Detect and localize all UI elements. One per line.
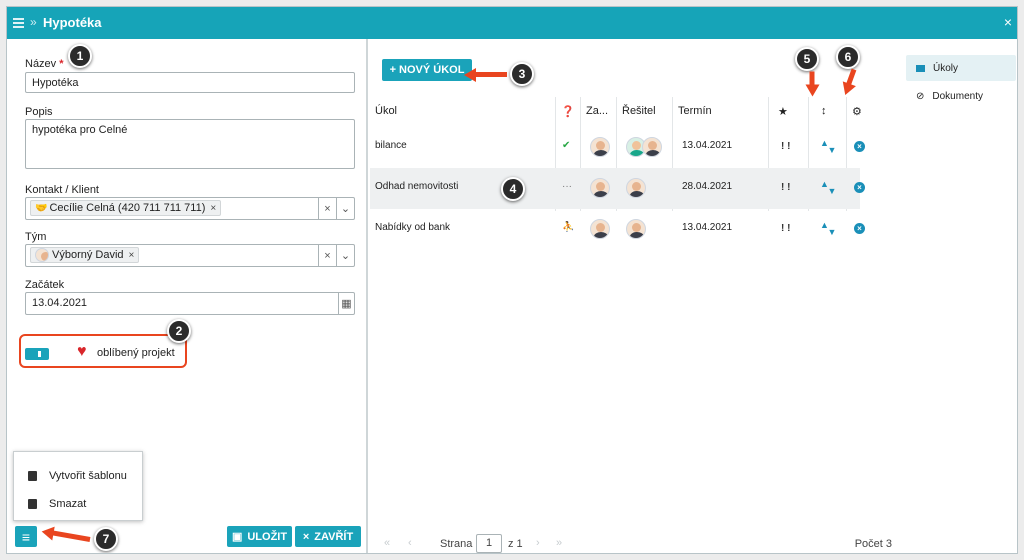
menu-item-create-template[interactable]: Vytvořit šablonu xyxy=(28,470,127,482)
page-total: z 1 xyxy=(508,538,523,550)
avatar xyxy=(35,248,49,262)
new-task-button[interactable]: + NOVÝ ÚKOL xyxy=(382,59,472,81)
avatar xyxy=(642,137,662,157)
save-icon: ▣ xyxy=(231,531,243,543)
header-settings[interactable]: ⚙ xyxy=(852,105,862,118)
chevron-down-icon[interactable]: ⌄ xyxy=(336,198,354,219)
start-date-input[interactable]: 13.04.2021 ▦ xyxy=(25,292,355,315)
calendar-icon[interactable]: ▦ xyxy=(338,293,354,314)
team-label: Tým xyxy=(25,231,47,243)
window-title: Hypotéka xyxy=(43,15,102,30)
deadline: 28.04.2021 xyxy=(682,181,733,192)
description-textarea[interactable]: hypotéka pro Celné xyxy=(25,119,355,169)
avatar xyxy=(590,219,610,239)
deadline: 13.04.2021 xyxy=(682,140,733,151)
priority-value: ! ! xyxy=(781,223,791,234)
delete-task-icon[interactable]: × xyxy=(854,141,865,152)
callout-badge: 4 xyxy=(501,177,525,201)
callout-badge: 5 xyxy=(795,47,819,71)
close-icon[interactable]: × xyxy=(1004,14,1012,30)
breadcrumb-separator: » xyxy=(30,15,37,29)
callout-badge: 3 xyxy=(510,62,534,86)
header-order[interactable]: ↕ xyxy=(821,105,827,117)
task-name: Nabídky od bank xyxy=(375,222,451,233)
reorder-arrows-icon[interactable]: ▲ ▼ xyxy=(820,180,836,196)
status-done-icon: ✔ xyxy=(562,140,571,151)
callout-badge: 2 xyxy=(167,319,191,343)
status-in-progress-icon: ⛹ xyxy=(562,222,575,233)
delete-task-icon[interactable]: × xyxy=(854,223,865,234)
row-count: Počet 3 xyxy=(854,538,892,550)
next-page-icon[interactable]: › xyxy=(536,537,540,549)
list-menu-icon[interactable] xyxy=(13,18,24,28)
priority-value: ! ! xyxy=(781,141,791,152)
clear-team-icon[interactable]: × xyxy=(318,245,336,266)
header-status[interactable]: ❓ xyxy=(561,105,575,118)
contact-tag: 🤝 Cecílie Celná (420 711 711 711) × xyxy=(30,200,222,216)
contact-select[interactable]: 🤝 Cecílie Celná (420 711 711 711) × × ⌄ xyxy=(25,197,355,220)
title-bar: » Hypotéka × xyxy=(7,7,1017,39)
remove-member-icon[interactable]: × xyxy=(129,250,135,261)
avatar xyxy=(626,178,646,198)
page-number-input[interactable]: 1 xyxy=(476,534,502,553)
save-button[interactable]: ▣ ULOŽIT xyxy=(227,526,292,547)
task-name: Odhad nemovitosti xyxy=(375,181,459,192)
header-deadline[interactable]: Termín xyxy=(678,105,712,117)
description-label: Popis xyxy=(25,106,53,118)
task-name: bilance xyxy=(375,140,407,151)
sidebar-item-tasks[interactable]: Úkoly xyxy=(906,55,1016,81)
favorite-callout xyxy=(19,334,187,368)
callout-badge: 7 xyxy=(94,527,118,551)
priority-value: ! ! xyxy=(781,182,791,193)
last-page-icon[interactable]: » xyxy=(556,537,562,549)
task-table-header: Úkol ❓ Za... Řešitel Termín ★ ↕ ⚙ xyxy=(370,97,862,125)
remove-contact-icon[interactable]: × xyxy=(210,203,216,214)
clear-contact-icon[interactable]: × xyxy=(318,198,336,219)
status-pending-icon: ··· xyxy=(562,181,572,192)
reorder-arrows-icon[interactable]: ▲ ▼ xyxy=(820,221,836,237)
hamburger-menu-button[interactable]: ≡ xyxy=(15,526,37,547)
table-row[interactable]: Odhad nemovitosti ··· 28.04.2021 ! ! ▲ ▼… xyxy=(370,168,865,209)
delete-task-icon[interactable]: × xyxy=(854,182,865,193)
name-input[interactable]: Hypotéka xyxy=(25,72,355,93)
avatar xyxy=(626,219,646,239)
handshake-icon: 🤝 xyxy=(35,202,48,214)
sidebar-item-documents[interactable]: ⊘ Dokumenty xyxy=(906,83,1016,109)
close-button[interactable]: × ZAVŘÍT xyxy=(295,526,361,547)
first-page-icon[interactable]: « xyxy=(384,537,390,549)
start-label: Začátek xyxy=(25,279,65,291)
page-label: Strana xyxy=(440,538,473,550)
close-x-icon: × xyxy=(302,530,310,543)
callout-arrow xyxy=(473,72,507,77)
tasks-panel: + NOVÝ ÚKOL Úkol ❓ Za... Řešitel Termín … xyxy=(370,39,896,553)
table-row[interactable]: Nabídky od bank ⛹ 13.04.2021 ! ! ▲ ▼ × xyxy=(370,209,865,250)
header-assignee[interactable]: Za... xyxy=(586,105,608,117)
file-template-icon xyxy=(28,471,37,481)
pager: « ‹ Strana 1 z 1 › » Počet 3 xyxy=(370,534,896,553)
header-priority[interactable]: ★ xyxy=(778,105,788,118)
menu-item-delete[interactable]: Smazat xyxy=(28,498,86,510)
trash-icon xyxy=(28,499,37,509)
team-tag: Výborný David × xyxy=(30,247,140,263)
callout-badge: 1 xyxy=(68,44,92,68)
deadline: 13.04.2021 xyxy=(682,222,733,233)
context-menu: Vytvořit šablonu Smazat xyxy=(13,451,143,521)
right-sidebar: Úkoly ⊘ Dokumenty xyxy=(896,39,1017,553)
project-window: » Hypotéka × Název * Hypotéka Popis hypo… xyxy=(6,6,1018,554)
prev-page-icon[interactable]: ‹ xyxy=(408,537,412,549)
callout-arrow xyxy=(809,71,815,88)
name-label: Název * xyxy=(25,58,64,70)
avatar xyxy=(590,178,610,198)
list-icon xyxy=(916,64,925,72)
table-row[interactable]: bilance ✔ 13.04.2021 ! ! ▲ ▼ × xyxy=(370,127,865,168)
paperclip-icon: ⊘ xyxy=(916,90,925,102)
callout-badge: 6 xyxy=(836,45,860,69)
chevron-down-icon[interactable]: ⌄ xyxy=(336,245,354,266)
avatar xyxy=(590,137,610,157)
contact-label: Kontakt / Klient xyxy=(25,184,99,196)
reorder-arrows-icon[interactable]: ▲ ▼ xyxy=(820,139,836,155)
header-task[interactable]: Úkol xyxy=(375,105,397,117)
header-solver[interactable]: Řešitel xyxy=(622,105,656,117)
team-select[interactable]: Výborný David × × ⌄ xyxy=(25,244,355,267)
